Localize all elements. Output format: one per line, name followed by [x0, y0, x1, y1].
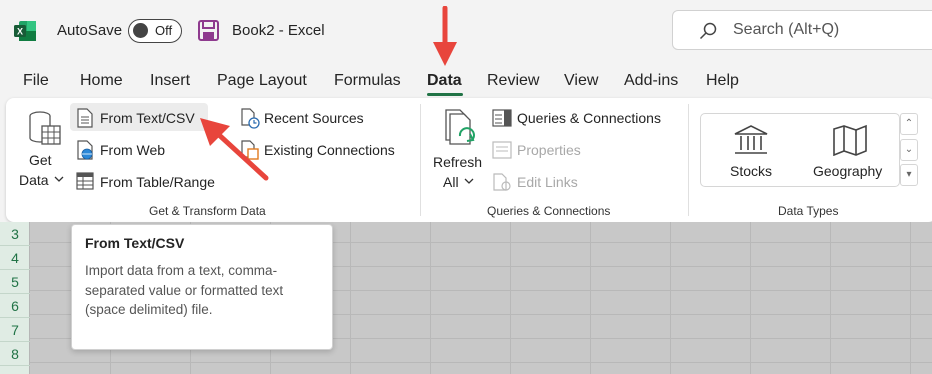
properties-label: Properties [517, 142, 581, 158]
tab-insert[interactable]: Insert [150, 72, 190, 90]
gallery-scroller: ⌃ ⌄ ▾ [900, 113, 918, 187]
get-data-label-2[interactable]: Data [19, 172, 49, 188]
autosave-toggle[interactable]: Off [128, 19, 182, 43]
stocks-icon [734, 125, 768, 154]
tooltip-title: From Text/CSV [85, 235, 185, 251]
group-divider [688, 104, 689, 216]
grid-line [510, 222, 511, 374]
grid-line [350, 222, 351, 374]
grid-line [750, 222, 751, 374]
tab-file[interactable]: File [23, 72, 49, 90]
search-box[interactable]: Search (Alt+Q) [672, 10, 932, 50]
from-text-csv-label[interactable]: From Text/CSV [100, 110, 195, 126]
tab-data[interactable]: Data [427, 72, 462, 90]
active-tab-indicator [427, 93, 463, 96]
ribbon-tabs: File Home Insert Page Layout Formulas Da… [0, 60, 932, 98]
tab-add-ins[interactable]: Add-ins [624, 72, 678, 90]
tab-review[interactable]: Review [487, 72, 539, 90]
edit-links-icon [493, 173, 511, 191]
refresh-all-label-1[interactable]: Refresh [433, 154, 482, 170]
search-placeholder: Search (Alt+Q) [733, 21, 840, 38]
recent-sources-label[interactable]: Recent Sources [264, 110, 364, 126]
properties-icon [492, 141, 512, 159]
geography-icon [833, 124, 867, 156]
get-transform-group-label: Get & Transform Data [149, 204, 266, 218]
grid-line [830, 222, 831, 374]
gallery-expand-button[interactable]: ▾ [900, 164, 918, 186]
svg-text:X: X [17, 27, 23, 37]
row-header[interactable]: 3 [0, 222, 30, 246]
get-data-label-1[interactable]: Get [29, 152, 52, 168]
row-header[interactable]: 4 [0, 246, 30, 270]
from-web-label[interactable]: From Web [100, 142, 165, 158]
toggle-knob [133, 23, 148, 38]
row-headers: 3 4 5 6 7 8 [0, 222, 30, 374]
row-header[interactable]: 7 [0, 318, 30, 342]
web-icon [77, 140, 93, 160]
gallery-scroll-down-button[interactable]: ⌄ [900, 139, 918, 161]
queries-group-label: Queries & Connections [487, 204, 611, 218]
grid-line [30, 362, 932, 363]
tab-formulas[interactable]: Formulas [334, 72, 401, 90]
gallery-scroll-up-button[interactable]: ⌃ [900, 113, 918, 135]
annotation-arrow-icon [200, 118, 269, 181]
group-divider [420, 104, 421, 216]
stocks-button[interactable]: Stocks [730, 163, 772, 179]
refresh-all-icon [445, 109, 475, 145]
existing-connections-label[interactable]: Existing Connections [264, 142, 395, 158]
queries-connections-icon [492, 109, 512, 127]
row-header[interactable]: 8 [0, 342, 30, 366]
grid-line [590, 222, 591, 374]
autosave-state: Off [155, 23, 173, 38]
row-header[interactable]: 6 [0, 294, 30, 318]
tab-help[interactable]: Help [706, 72, 739, 90]
text-file-icon [77, 108, 93, 128]
chevron-down-icon [464, 178, 474, 184]
data-types-group-label: Data Types [778, 204, 839, 218]
queries-connections-label[interactable]: Queries & Connections [517, 110, 661, 126]
title-bar: X AutoSave Off Book2 - Excel Search (Alt… [0, 0, 932, 60]
tab-home[interactable]: Home [80, 72, 123, 90]
grid-line [430, 222, 431, 374]
document-title: Book2 - Excel [232, 22, 325, 39]
get-data-icon [29, 111, 61, 145]
search-icon [699, 22, 717, 40]
refresh-all-label-2[interactable]: All [443, 174, 459, 190]
from-text-csv-tooltip: From Text/CSV Import data from a text, c… [71, 224, 333, 350]
edit-links-label: Edit Links [517, 174, 578, 190]
tab-page-layout[interactable]: Page Layout [217, 72, 307, 90]
tooltip-body: Import data from a text, comma-separated… [85, 263, 284, 317]
grid-line [670, 222, 671, 374]
row-header[interactable]: 5 [0, 270, 30, 294]
tab-view[interactable]: View [564, 72, 598, 90]
save-icon[interactable] [198, 20, 219, 41]
grid-line [910, 222, 911, 374]
autosave-label: AutoSave [57, 22, 123, 39]
excel-logo-icon: X [14, 21, 36, 41]
chevron-down-icon [54, 176, 64, 182]
table-range-icon [76, 172, 94, 190]
geography-button[interactable]: Geography [813, 163, 882, 179]
annotation-arrow-icon [433, 6, 457, 66]
